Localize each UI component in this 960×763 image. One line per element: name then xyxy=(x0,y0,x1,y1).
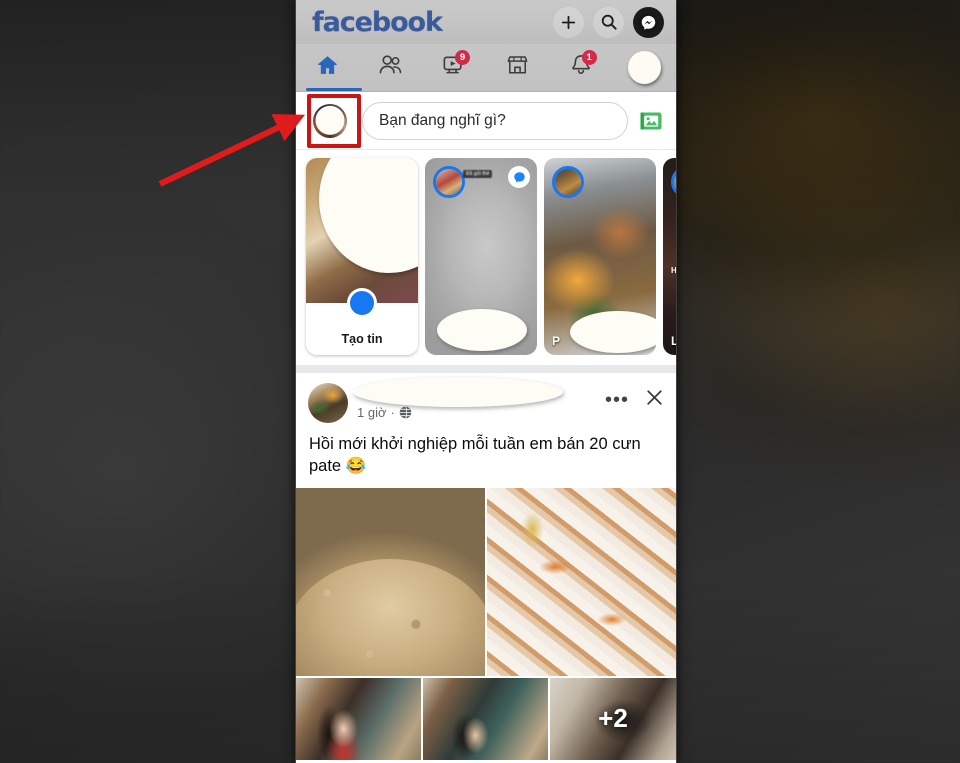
story-card-3[interactable]: Hi Le M xyxy=(663,158,676,355)
post-photo-room[interactable]: +2 xyxy=(550,677,676,760)
search-button[interactable] xyxy=(593,6,624,38)
tab-profile[interactable] xyxy=(613,44,676,91)
post-close-button[interactable] xyxy=(645,388,664,412)
tab-notifications[interactable]: 1 xyxy=(549,44,612,91)
status-input[interactable]: Bạn đang nghĩ gì? xyxy=(362,101,628,140)
story-author-avatar-1 xyxy=(433,166,465,198)
post-separator: · xyxy=(390,405,395,420)
story-create-card[interactable]: Tạo tin xyxy=(306,158,418,355)
composer-avatar[interactable] xyxy=(313,103,347,138)
post-photo-kimchi[interactable] xyxy=(487,487,676,676)
plus-icon xyxy=(560,14,577,31)
post-author-meta: 1 giờ · xyxy=(353,377,596,420)
post-body-text: Hồi mới khởi nghiệp mỗi tuần em bán 20 c… xyxy=(309,435,641,476)
messenger-button[interactable] xyxy=(633,6,664,38)
post-author-avatar[interactable] xyxy=(308,383,348,423)
redaction-overlay xyxy=(437,309,527,351)
story-create-photo xyxy=(306,158,418,303)
story-author-avatar-3 xyxy=(671,166,676,198)
home-icon xyxy=(315,53,340,83)
story-mini-label-1: Đã gửi thẻ xyxy=(463,170,493,178)
post-photo-girl-1[interactable] xyxy=(296,677,421,760)
post-subtitle: 1 giờ · xyxy=(357,405,596,420)
story-create-label: Tạo tin xyxy=(341,332,383,346)
story-author-avatar-2 xyxy=(552,166,584,198)
post-author-name[interactable] xyxy=(357,385,596,402)
post-photo-girl-2[interactable] xyxy=(423,677,548,760)
story-create-plus-icon xyxy=(347,288,377,318)
tab-home[interactable] xyxy=(296,44,362,91)
post-photo-pate[interactable] xyxy=(296,487,485,676)
post-photo-grid: +2 xyxy=(296,487,676,760)
status-composer: Bạn đang nghĩ gì? xyxy=(296,92,676,150)
post-header: 1 giờ · ••• xyxy=(296,373,676,427)
marketplace-icon xyxy=(504,52,531,84)
story-overlay-text-3: Hi xyxy=(671,266,676,275)
tab-friends[interactable] xyxy=(359,44,422,91)
feed-post: 1 giờ · ••• Hồi mới khởi nghiệp mỗi tuần… xyxy=(296,373,676,760)
tab-marketplace[interactable] xyxy=(486,44,549,91)
create-button[interactable] xyxy=(553,6,584,38)
globe-icon xyxy=(399,406,412,419)
active-tab-indicator xyxy=(306,88,362,91)
story-chat-icon-1[interactable] xyxy=(508,166,530,188)
photo-row-bottom: +2 xyxy=(296,677,676,760)
story-label-3: Le M xyxy=(671,334,676,348)
notifications-badge: 1 xyxy=(581,50,597,65)
post-menu-button[interactable]: ••• xyxy=(605,390,629,410)
story-label-2: P xyxy=(552,334,561,348)
tab-video[interactable]: 9 xyxy=(423,44,486,91)
story-card-1[interactable]: Đã gửi thẻ xyxy=(425,158,537,355)
messenger-icon xyxy=(638,11,659,33)
photo-icon[interactable] xyxy=(638,108,664,134)
post-timestamp: 1 giờ xyxy=(357,405,387,420)
stories-tray[interactable]: Tạo tin Đã gửi thẻ P xyxy=(296,150,676,373)
header-actions xyxy=(553,6,664,38)
video-badge: 9 xyxy=(454,50,470,65)
story-card-2[interactable]: P xyxy=(544,158,656,355)
composer-avatar-area[interactable] xyxy=(307,93,361,148)
facebook-logo: facebook xyxy=(312,6,443,38)
friends-icon xyxy=(377,52,404,84)
search-icon xyxy=(600,13,618,31)
avatar-icon xyxy=(627,51,661,84)
app-header: facebook xyxy=(296,0,676,44)
photo-overflow-count: +2 xyxy=(598,703,628,734)
photo-row-top xyxy=(296,487,676,676)
post-header-actions: ••• xyxy=(605,383,664,412)
phone-screen: facebook 9 1 Bạn đang nghĩ gì? Tạo tin Đ… xyxy=(296,0,676,763)
main-tab-bar: 9 1 xyxy=(296,44,676,92)
